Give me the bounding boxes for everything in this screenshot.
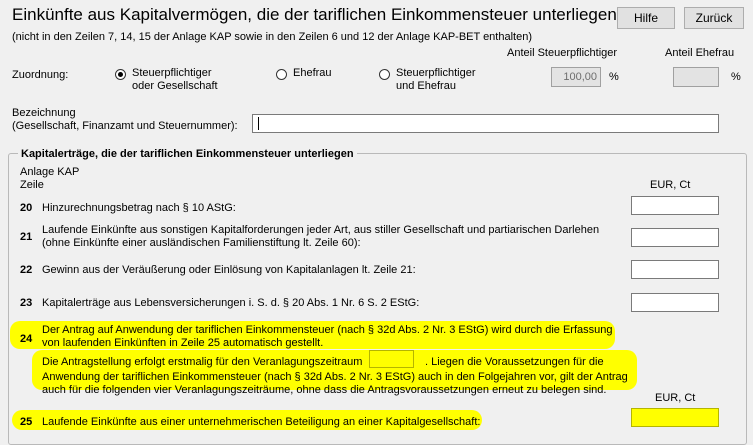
text-cursor [258, 117, 259, 130]
help-button-label: Hilfe [633, 11, 658, 25]
back-button[interactable]: Zurück [684, 7, 744, 29]
page-subtitle: (nicht in den Zeilen 7, 14, 15 der Anlag… [12, 31, 532, 43]
page-title: Einkünfte aus Kapitalvermögen, die der t… [12, 5, 617, 24]
percent-label-ehefrau: % [731, 71, 741, 83]
row-number-23: 23 [20, 297, 33, 309]
row-24-text-line3a: Die Antragstellung erfolgt erstmalig für… [42, 356, 363, 368]
anteil-ehefrau-field [673, 67, 719, 87]
group-title: Kapitalerträge, die der tariflichen Eink… [18, 148, 357, 160]
radio-ehefrau[interactable] [276, 69, 287, 80]
row-24-text-line5: auch für die folgenden vier Veranlagungs… [42, 384, 607, 396]
row-25-text: Laufende Einkünfte aus einer unternehmer… [42, 416, 481, 428]
row-number-20: 20 [20, 202, 33, 214]
eur-ct-header: EUR, Ct [650, 179, 691, 191]
row-number-24: 24 [20, 333, 33, 345]
row-22-text: Gewinn aus der Veräußerung oder Einlösun… [42, 264, 416, 276]
percent-label-stpfl: % [609, 71, 619, 83]
row-number-25: 25 [20, 416, 33, 428]
row-25-input[interactable] [631, 408, 719, 427]
row-number-21: 21 [20, 231, 33, 243]
row-23-input[interactable] [631, 293, 719, 312]
row-21-text: Laufende Einkünfte aus sonstigen Kapital… [42, 224, 600, 249]
help-button[interactable]: Hilfe [617, 7, 675, 29]
radio-label-ehefrau: Ehefrau [293, 67, 332, 79]
row-22-input[interactable] [631, 260, 719, 279]
back-button-label: Zurück [695, 11, 733, 25]
zuordnung-label: Zuordnung: [12, 69, 69, 81]
bezeichnung-label: Bezeichnung (Gesellschaft, Finanzamt und … [12, 107, 238, 132]
row-number-22: 22 [20, 264, 33, 276]
row-24-text-top: Der Antrag auf Anwendung der tariflichen… [42, 324, 613, 349]
anteil-ehefrau-label: Anteil Ehefrau [665, 47, 735, 59]
row-21-input[interactable] [631, 228, 719, 247]
eur-ct-header-25: EUR, Ct [655, 392, 696, 404]
anteil-steuerpflichtiger-field: 100,00 [551, 67, 601, 87]
column-header-anlage-kap: Anlage KAP Zeile [20, 166, 80, 191]
veranlagungszeitraum-input[interactable] [369, 350, 414, 368]
row-24-text-line4: Anwendung der tariflichen Einkommensteue… [42, 371, 628, 383]
bezeichnung-input[interactable] [252, 114, 719, 133]
anteil-steuerpflichtiger-label: Anteil Steuerpflichtiger [507, 47, 618, 59]
row-20-text: Hinzurechnungsbetrag nach § 10 AStG: [42, 202, 236, 214]
radio-steuerpflichtiger-oder-gesellschaft[interactable] [115, 69, 126, 80]
radio-label-steuerpflichtiger-oder-gesellschaft: Steuerpflichtiger oder Gesellschaft [132, 67, 218, 92]
row-23-text: Kapitalerträge aus Lebensversicherungen … [42, 297, 420, 309]
radio-label-steuerpflichtiger-und-ehefrau: Steuerpflichtiger und Ehefrau [396, 67, 476, 92]
row-24-text-line3b: . Liegen die Voraussetzungen für die [425, 356, 604, 368]
row-20-input[interactable] [631, 196, 719, 215]
radio-steuerpflichtiger-und-ehefrau[interactable] [379, 69, 390, 80]
